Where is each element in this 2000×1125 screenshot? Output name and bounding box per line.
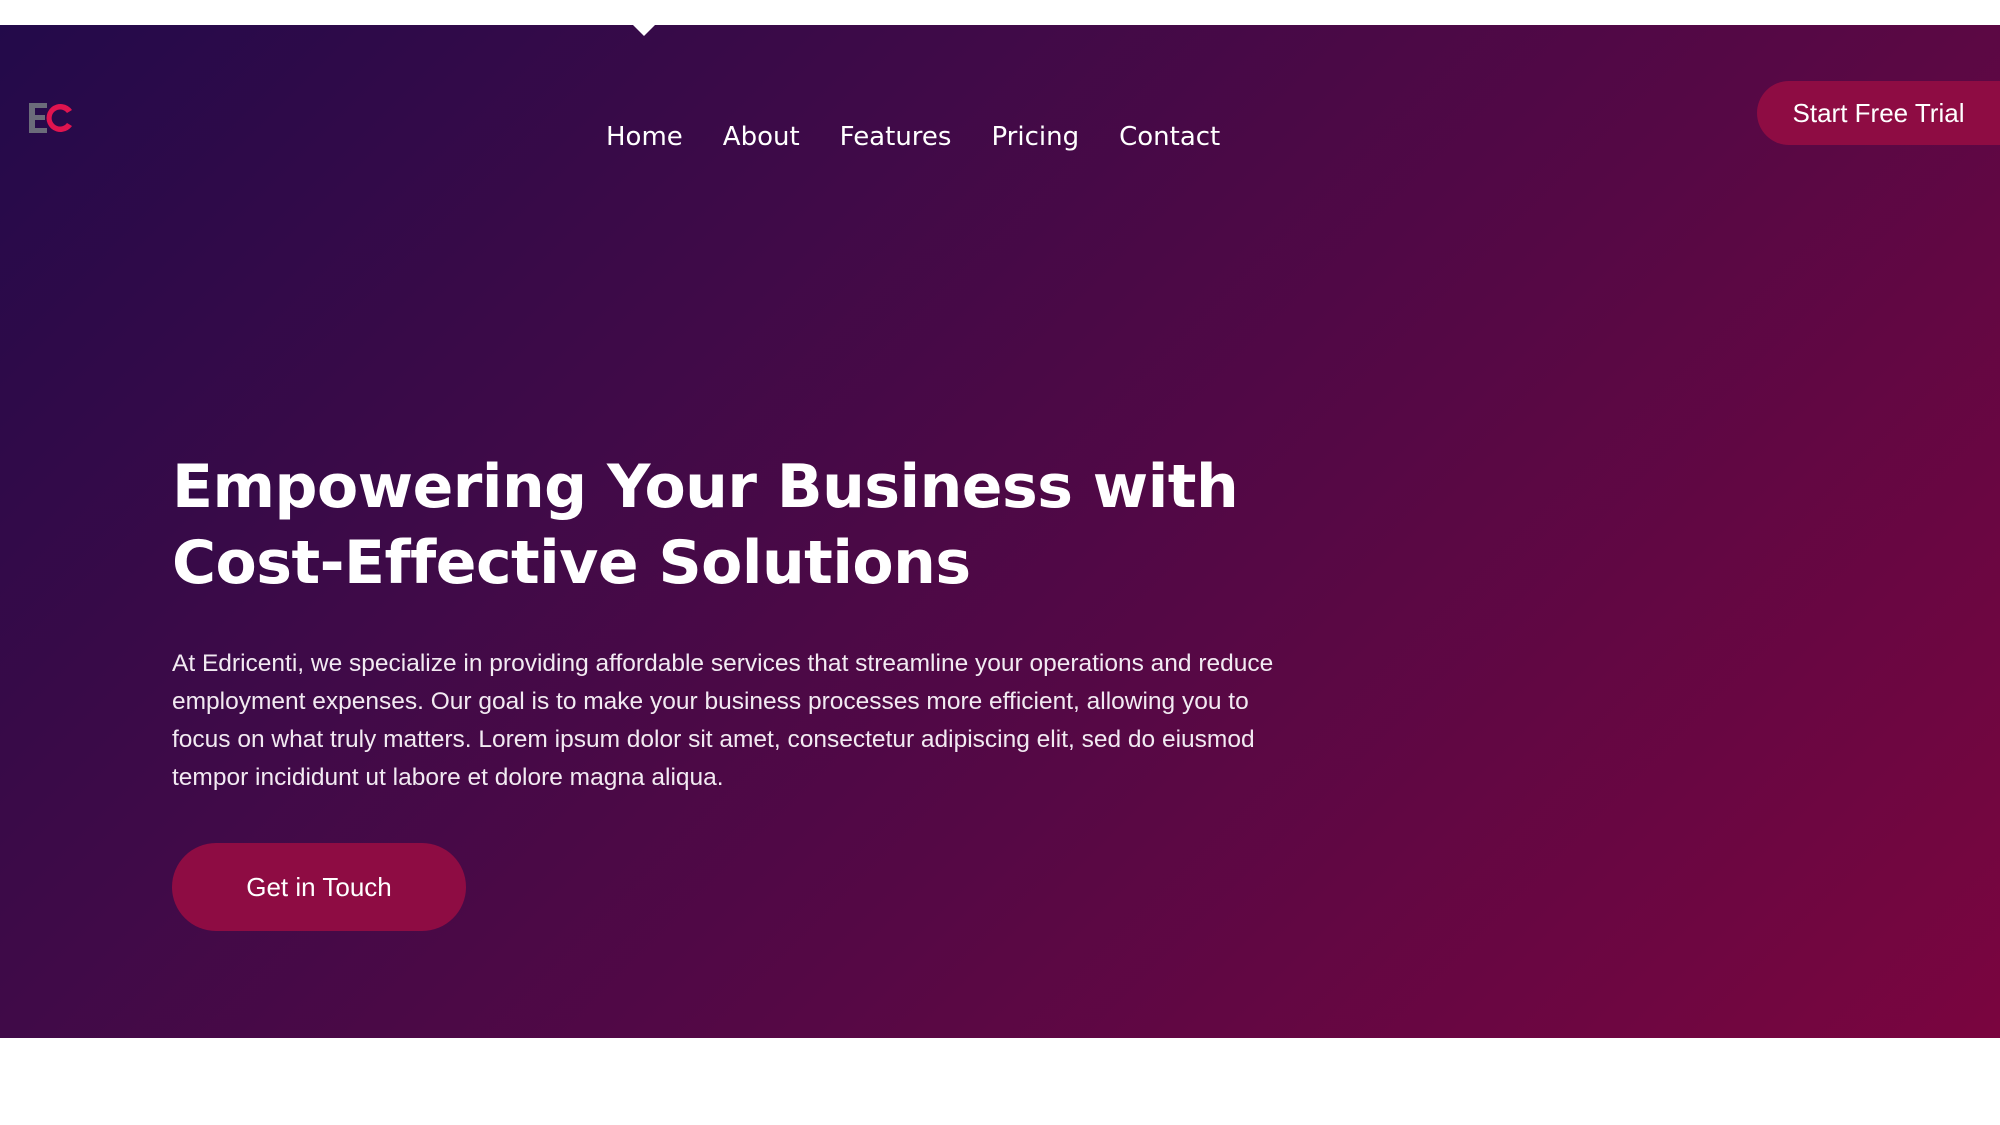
hero-description: At Edricenti, we specialize in providing… [172,650,1274,791]
hero-headline-line-1: Empowering Your Business with [172,452,1239,522]
ec-logo-icon [29,103,72,133]
main-navigation: Home About Features Pricing Contact [588,113,1240,161]
nav-item-about[interactable]: About [703,113,820,161]
brand-logo[interactable] [27,95,75,141]
hero-headline: Empowering Your Business with Cost-Effec… [172,449,1272,601]
nav-item-features[interactable]: Features [820,113,972,161]
nav-item-home[interactable]: Home [588,113,703,161]
hero-section: Home About Features Pricing Contact Star… [0,25,2000,1038]
get-in-touch-button[interactable]: Get in Touch [172,843,466,931]
start-free-trial-button[interactable]: Start Free Trial [1757,81,2000,145]
dropdown-caret-icon [633,25,655,36]
nav-item-contact[interactable]: Contact [1099,113,1240,161]
nav-item-pricing[interactable]: Pricing [971,113,1099,161]
hero-headline-line-2: Cost-Effective Solutions [172,528,971,598]
